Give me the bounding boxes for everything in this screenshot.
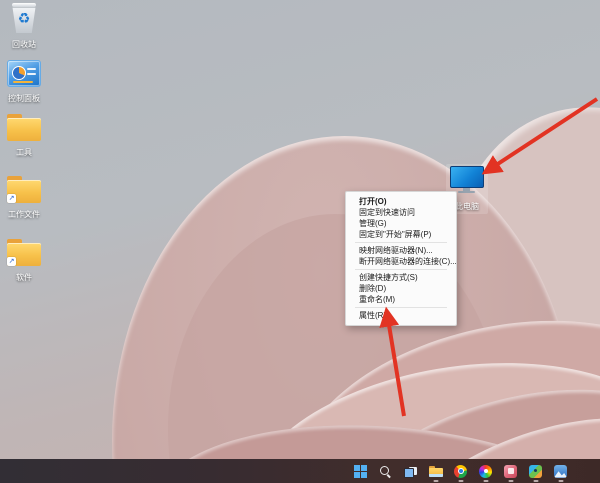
menu-separator bbox=[355, 307, 447, 308]
desktop-icon-label: 控制面板 bbox=[0, 94, 48, 103]
menu-item-disconnect-network-drive[interactable]: 断开网络驱动器的连接(C)... bbox=[346, 256, 456, 267]
menu-item-properties[interactable]: 属性(R) bbox=[346, 310, 456, 321]
pink-app-icon bbox=[504, 465, 517, 478]
search-button[interactable] bbox=[373, 459, 398, 483]
running-indicator bbox=[483, 480, 488, 482]
chrome-browser-button[interactable] bbox=[448, 459, 473, 483]
multicolor-app-button[interactable] bbox=[523, 459, 548, 483]
menu-item-open[interactable]: 打开(O) bbox=[346, 196, 456, 207]
running-indicator bbox=[558, 480, 563, 482]
desktop-icon-label: 工具 bbox=[0, 148, 48, 157]
menu-item-pin-to-start[interactable]: 固定到"开始"屏幕(P) bbox=[346, 229, 456, 240]
desktop-icon-label: 工作文件 bbox=[0, 210, 48, 219]
windows-desktop: ♻ 回收站 控制面板 工具 ↗ 工作文件 ↗ 软件 此电脑 bbox=[0, 0, 600, 483]
recycle-bin-icon: ♻ bbox=[11, 3, 37, 33]
windows-logo-icon bbox=[354, 465, 367, 478]
desktop-icon-label: 软件 bbox=[0, 273, 48, 282]
pink-media-app-button[interactable] bbox=[498, 459, 523, 483]
task-view-icon bbox=[404, 466, 418, 477]
menu-item-rename[interactable]: 重命名(M) bbox=[346, 294, 456, 305]
start-button[interactable] bbox=[348, 459, 373, 483]
control-panel-icon bbox=[7, 60, 41, 87]
folder-icon bbox=[7, 114, 41, 141]
menu-item-pin-to-quick-access[interactable]: 固定到快速访问 bbox=[346, 207, 456, 218]
photos-app-button[interactable] bbox=[548, 459, 573, 483]
running-indicator bbox=[458, 480, 463, 482]
running-indicator bbox=[433, 480, 438, 482]
file-explorer-button[interactable] bbox=[423, 459, 448, 483]
desktop-icon-recycle-bin[interactable]: ♻ 回收站 bbox=[0, 3, 48, 49]
desktop-icon-folder-3[interactable]: ↗ 软件 bbox=[0, 239, 48, 282]
shortcut-arrow-icon: ↗ bbox=[7, 194, 16, 203]
running-indicator bbox=[533, 480, 538, 482]
folder-shortcut-icon: ↗ bbox=[7, 239, 41, 266]
chrome-icon bbox=[454, 465, 467, 478]
running-indicator bbox=[508, 480, 513, 482]
shortcut-arrow-icon: ↗ bbox=[7, 257, 16, 266]
menu-item-manage[interactable]: 管理(G) bbox=[346, 218, 456, 229]
color-wheel-icon bbox=[479, 465, 492, 478]
desktop-icon-folder-2[interactable]: ↗ 工作文件 bbox=[0, 176, 48, 219]
color-wheel-app-button[interactable] bbox=[473, 459, 498, 483]
photos-icon bbox=[554, 465, 567, 478]
desktop-icon-folder-1[interactable]: 工具 bbox=[0, 114, 48, 157]
menu-item-create-shortcut[interactable]: 创建快捷方式(S) bbox=[346, 272, 456, 283]
search-icon bbox=[379, 465, 392, 478]
context-menu: 打开(O) 固定到快速访问 管理(G) 固定到"开始"屏幕(P) 映射网络驱动器… bbox=[345, 191, 457, 326]
menu-item-delete[interactable]: 删除(D) bbox=[346, 283, 456, 294]
multicolor-app-icon bbox=[529, 465, 542, 478]
menu-separator bbox=[355, 242, 447, 243]
task-view-button[interactable] bbox=[398, 459, 423, 483]
menu-item-map-network-drive[interactable]: 映射网络驱动器(N)... bbox=[346, 245, 456, 256]
folder-shortcut-icon: ↗ bbox=[7, 176, 41, 203]
desktop-icon-label: 回收站 bbox=[0, 40, 48, 49]
taskbar-icon-group bbox=[348, 459, 573, 483]
file-explorer-icon bbox=[429, 466, 443, 477]
taskbar bbox=[0, 459, 600, 483]
desktop-icon-control-panel[interactable]: 控制面板 bbox=[0, 60, 48, 103]
menu-separator bbox=[355, 269, 447, 270]
